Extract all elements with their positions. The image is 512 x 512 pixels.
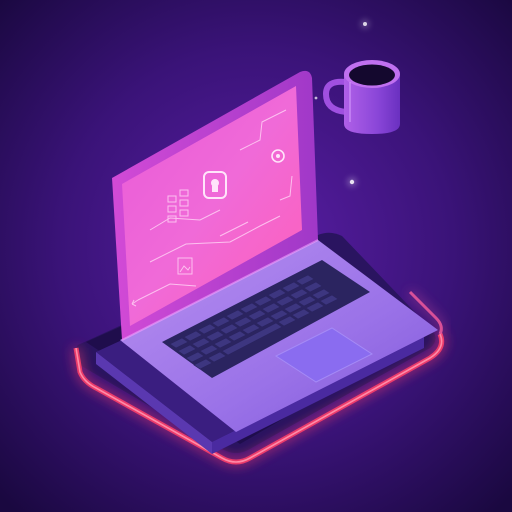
isometric-laptop-scene [0, 0, 512, 512]
illustration-canvas [0, 0, 512, 512]
